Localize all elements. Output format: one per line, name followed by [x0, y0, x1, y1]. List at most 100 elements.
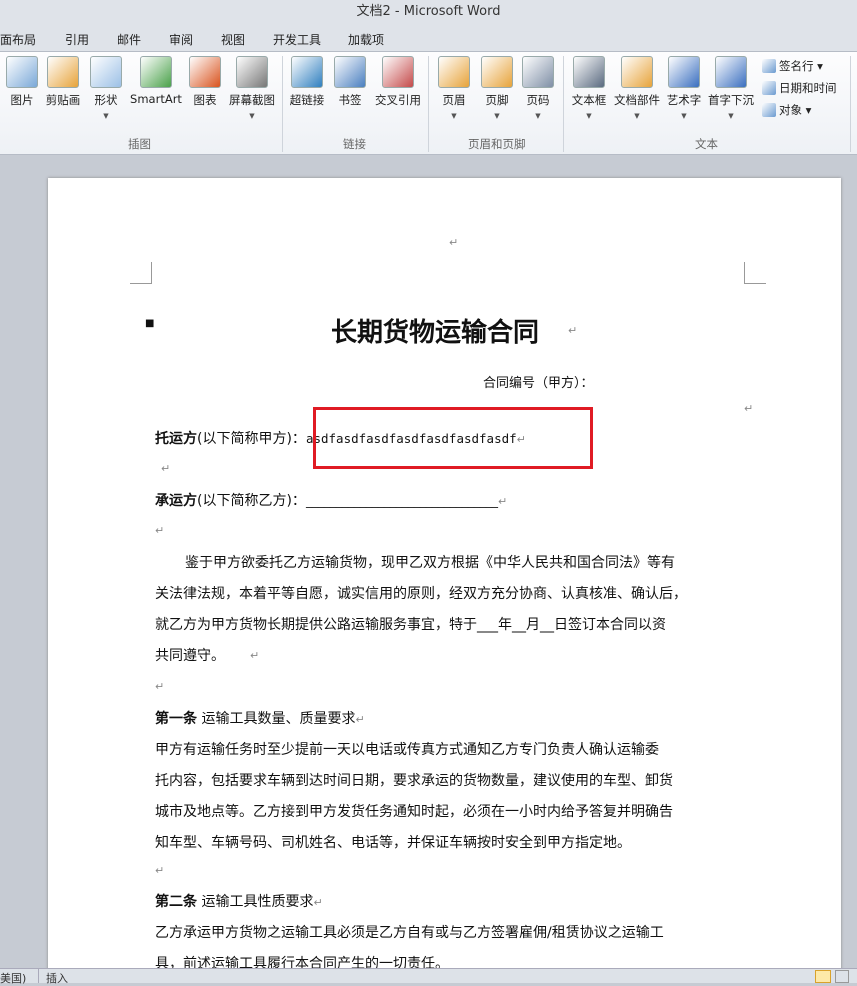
group-divider [563, 56, 564, 152]
chevron-down-icon: ▼ [224, 112, 280, 120]
paragraph-mark: ↵ [155, 680, 164, 693]
bookmark-icon [334, 56, 366, 88]
button-label: 屏幕截图 [224, 92, 280, 108]
group-divider [850, 56, 851, 152]
button-label: 页码 [510, 92, 566, 108]
group-label: 文本 [695, 136, 718, 152]
button-label: 首字下沉 [703, 92, 759, 108]
paragraph-mark: ↵ [155, 864, 164, 877]
signature-line-icon [762, 59, 776, 73]
print-layout-view-icon[interactable] [815, 970, 831, 983]
button-label: 日期和时间 [779, 80, 837, 96]
bullet: ■ [145, 318, 154, 329]
party-a-label: 托运方 [155, 431, 197, 447]
title-bar: 文档2 - Microsoft Word [0, 0, 857, 26]
shapes-icon [90, 56, 122, 88]
chevron-down-icon: ▼ [703, 112, 759, 120]
tab-references[interactable]: 引用 [65, 31, 89, 48]
article-1-line: 托内容，包括要求车辆到达时间日期，要求承运的货物数量，建议使用的车型、卸货 [155, 770, 673, 790]
document-page[interactable]: ↵ ■ 长期货物运输合同 ↵ 合同编号（甲方）： ↵ 托运方(以下简称甲方)：a… [48, 178, 841, 978]
article-label: 第二条 [155, 894, 197, 910]
preamble-line: 鉴于甲方欲委托乙方运输货物，现甲乙双方根据《中华人民共和国合同法》等有 [185, 552, 675, 572]
insert-mode-indicator[interactable]: 插入 [46, 970, 68, 986]
tab-addins[interactable]: 加载项 [348, 31, 384, 48]
party-b-label: 承运方 [155, 493, 197, 509]
paragraph-mark: ↵ [498, 495, 507, 508]
highlight-box [313, 407, 593, 469]
date-time-button[interactable]: 日期和时间 [762, 80, 837, 96]
header-icon [438, 56, 470, 88]
tab-developer[interactable]: 开发工具 [273, 31, 321, 48]
paragraph-mark: ↵ [355, 713, 364, 726]
preamble-line: 就乙方为甲方货物长期提供公路运输服务事宜，特于___年__月__日签订本合同以资 [155, 614, 666, 634]
button-label: 签名行 ▾ [779, 58, 823, 74]
clipart-icon [47, 56, 79, 88]
textbox-icon [573, 56, 605, 88]
page-number-icon [522, 56, 554, 88]
paragraph-mark: ↵ [568, 324, 577, 337]
preamble-line: 共同遵守。 [155, 645, 225, 665]
article-title: 运输工具性质要求 [197, 894, 313, 910]
article-title: 运输工具数量、质量要求 [197, 711, 355, 727]
page-number-button[interactable]: 页码 ▼ [510, 56, 566, 120]
cross-reference-button[interactable]: 交叉引用 [370, 56, 426, 108]
article-1-heading: 第一条 运输工具数量、质量要求↵ [155, 708, 365, 728]
screenshot-icon [236, 56, 268, 88]
window-title: 文档2 - Microsoft Word [357, 4, 501, 19]
chart-icon [189, 56, 221, 88]
shapes-button[interactable]: 形状 ▼ [78, 56, 134, 120]
party-b-blank[interactable]: ________________________________ [306, 494, 498, 508]
button-label: 形状 [78, 92, 134, 108]
article-1-line: 知车型、车辆号码、司机姓名、电话等，并保证车辆按时安全到甲方指定地。 [155, 832, 631, 852]
chevron-down-icon: ▼ [510, 112, 566, 120]
group-label: 页眉和页脚 [468, 136, 526, 152]
tab-view[interactable]: 视图 [221, 31, 245, 48]
wordart-icon [668, 56, 700, 88]
article-2-line: 乙方承运甲方货物之运输工具必须是乙方自有或与乙方签署雇佣/租赁协议之运输工 [155, 922, 664, 942]
dropcap-icon [715, 56, 747, 88]
article-1-line: 甲方有运输任务时至少提前一天以电话或传真方式通知乙方专门负责人确认运输委 [155, 739, 659, 759]
document-area: ↵ ■ 长期货物运输合同 ↵ 合同编号（甲方）： ↵ 托运方(以下简称甲方)：a… [0, 156, 857, 968]
quick-parts-icon [621, 56, 653, 88]
article-2-heading: 第二条 运输工具性质要求↵ [155, 891, 323, 911]
paragraph-mark: ↵ [250, 649, 259, 662]
picture-icon [6, 56, 38, 88]
paragraph-mark: ↵ [155, 524, 164, 537]
full-screen-view-icon[interactable] [835, 970, 849, 983]
preamble-line: 关法律法规，本着平等自愿，诚实信用的原则，经双方充分协商、认真核准、确认后， [155, 583, 687, 603]
tab-review[interactable]: 审阅 [169, 31, 193, 48]
dropcap-button[interactable]: 首字下沉 ▼ [703, 56, 759, 120]
smartart-button[interactable]: SmartArt [128, 56, 184, 106]
article-1-line: 城市及地点等。乙方接到甲方发货任务通知时起，必须在一小时内给予答复并明确告 [155, 801, 673, 821]
tab-mailings[interactable]: 邮件 [117, 31, 141, 48]
group-divider [428, 56, 429, 152]
smartart-icon [140, 56, 172, 88]
paragraph-mark: ↵ [449, 236, 458, 249]
button-label: 对象 ▾ [779, 102, 811, 118]
party-b-note: (以下简称乙方)： [197, 493, 306, 509]
object-icon [762, 103, 776, 117]
status-bar: 美国) 插入 [0, 968, 857, 983]
chevron-down-icon: ▼ [78, 112, 134, 120]
group-label: 插图 [128, 136, 151, 152]
button-label: 交叉引用 [370, 92, 426, 108]
signature-line-button[interactable]: 签名行 ▾ [762, 58, 823, 74]
margin-corner [744, 262, 766, 284]
contract-number: 合同编号（甲方）： [483, 372, 594, 391]
paragraph-mark: ↵ [161, 462, 170, 475]
object-button[interactable]: 对象 ▾ [762, 102, 811, 118]
ribbon: 图片剪贴画形状▼SmartArt图表屏幕截图▼超链接书签交叉引用页眉▼页脚▼页码… [0, 52, 857, 155]
group-label: 链接 [343, 136, 366, 152]
party-a-note: (以下简称甲方)： [197, 431, 306, 447]
margin-corner [130, 262, 152, 284]
date-time-icon [762, 81, 776, 95]
language-indicator[interactable]: 美国) [0, 970, 26, 986]
article-label: 第一条 [155, 711, 197, 727]
screenshot-button[interactable]: 屏幕截图 ▼ [224, 56, 280, 120]
ribbon-tabs: 面布局 引用 邮件 审阅 视图 开发工具 加载项 [0, 26, 857, 52]
group-divider [282, 56, 283, 152]
button-label: SmartArt [128, 92, 184, 106]
tab-page-layout[interactable]: 面布局 [0, 31, 36, 48]
cross-reference-icon [382, 56, 414, 88]
paragraph-mark: ↵ [744, 402, 753, 415]
